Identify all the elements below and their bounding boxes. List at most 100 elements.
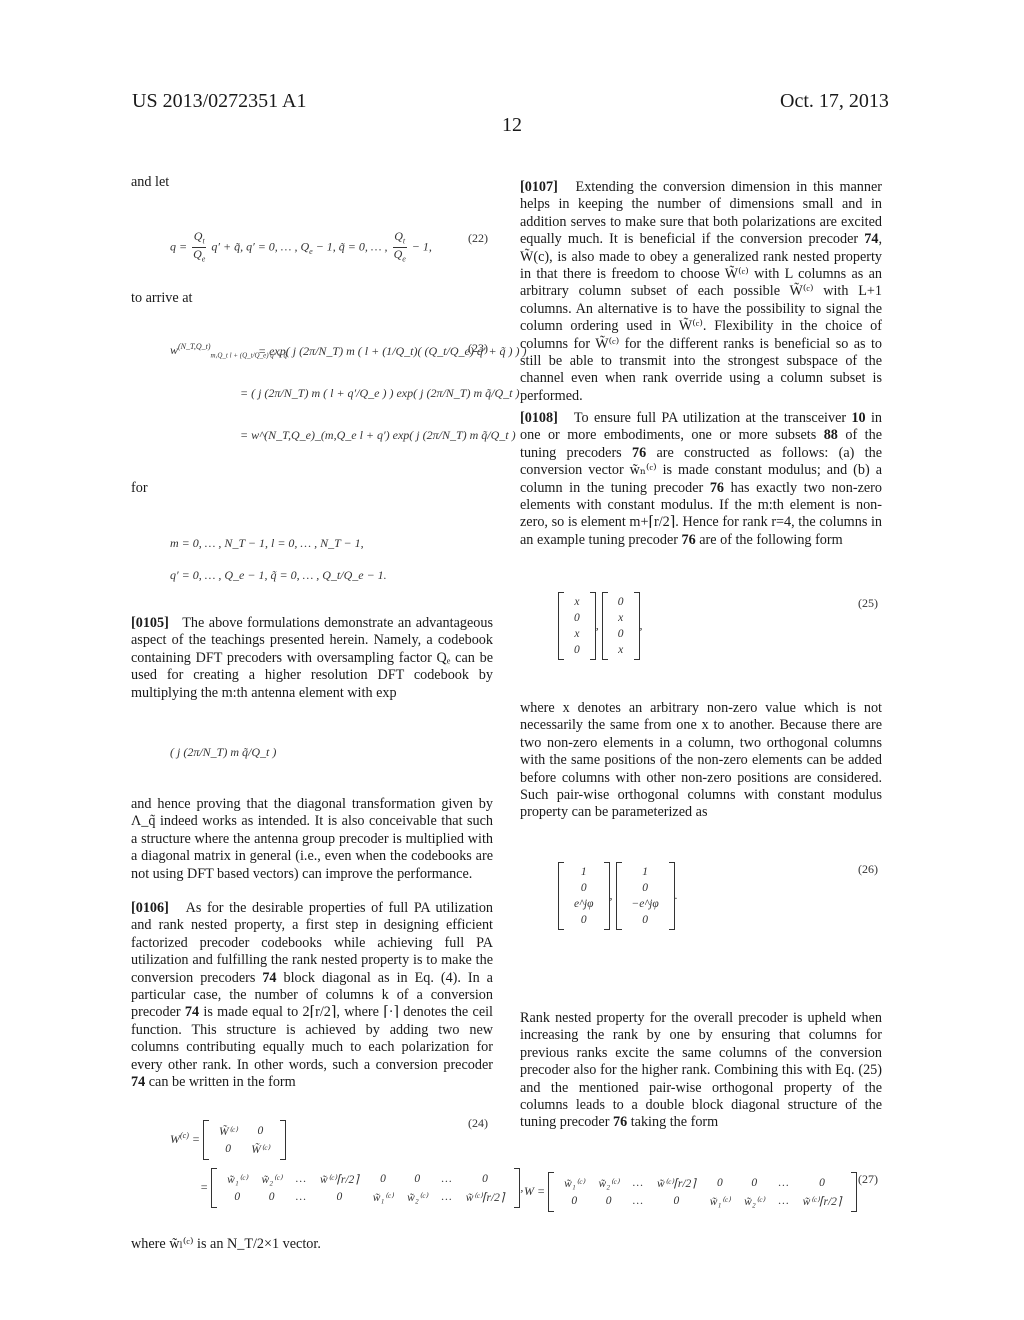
text-segment: Extending the conversion dimension in th…: [520, 179, 883, 248]
equation-24: W(c) = W̃⁽ᶜ⁾ 0 0 W̃⁽ᶜ⁾: [170, 1120, 286, 1160]
paragraph-rank-nested: Rank nested property for the overall pre…: [520, 1010, 882, 1132]
matrix-cell: w̃₂⁽ᶜ⁾: [744, 1196, 765, 1208]
paragraph-0106: [0106] As for the desirable properties o…: [131, 900, 493, 1091]
matrix-row: w̃₁⁽ᶜ⁾ w̃₂⁽ᶜ⁾ … w̃⁽ᶜ⁾⌈r/2⌉ 0 0 … 0: [220, 1170, 511, 1188]
matrix-cell: w̃₁⁽ᶜ⁾: [564, 1178, 585, 1190]
equation-number-23: (23): [468, 341, 488, 355]
text-segment: Rank nested property for the overall pre…: [520, 1010, 882, 1131]
paragraph-0108: [0108] To ensure full PA utilization at …: [520, 410, 882, 549]
paragraph-number: [0105]: [131, 615, 169, 631]
matrix-row: e^jφ: [567, 896, 601, 912]
publication-date: Oct. 17, 2013: [780, 90, 889, 112]
matrix-cell: 0: [642, 882, 649, 894]
matrix-cell: 0: [482, 1173, 488, 1185]
matrix-cell: …: [295, 1191, 307, 1203]
matrix-cell: w̃₁⁽ᶜ⁾: [372, 1192, 394, 1204]
matrix-row: 0: [611, 626, 631, 642]
matrix-cell: …: [632, 1195, 644, 1207]
matrix-cell: …: [632, 1177, 644, 1189]
matrix-cell: W̃⁽ᶜ⁾: [219, 1126, 238, 1138]
inline-exp-equation: ( j (2π/N_T) m q̃/Q_t ): [170, 745, 277, 759]
paragraph-number: [0106]: [131, 900, 169, 916]
matrix-row: W̃⁽ᶜ⁾ 0: [212, 1122, 277, 1140]
patent-number: US 2013/0272351 A1: [132, 90, 307, 112]
equation-24-expanded: = w̃₁⁽ᶜ⁾ w̃₂⁽ᶜ⁾… w̃⁽ᶜ⁾⌈r/2⌉ 0 0… 0 0 0… 0 w̃₁⁽ᶜ⁾ w…: [200, 1168, 523, 1208]
matrix-cell: 0: [336, 1191, 343, 1203]
reference-numeral: 74: [864, 231, 879, 248]
matrix-cell: 0: [414, 1173, 421, 1185]
matrix-cell: 0: [571, 1195, 578, 1207]
eq24-lhs: W(c) =: [170, 1130, 203, 1146]
matrix-cell: w̃⁽ᶜ⁾⌈r/2⌉: [657, 1178, 696, 1190]
matrix-row: 1: [567, 864, 601, 880]
matrix-cell: 1: [580, 866, 587, 878]
text-segment: To ensure full PA utilization at the tra…: [573, 410, 852, 426]
equation-26: 1 0 e^jφ 0, 1 0 −e^jφ 0.: [558, 862, 678, 930]
matrix-row: x: [611, 610, 631, 626]
reference-numeral: 88: [823, 427, 838, 444]
reference-numeral: 74: [131, 1074, 146, 1091]
text-segment: taking the form: [627, 1114, 719, 1131]
matrix-row: w̃₁⁽ᶜ⁾ w̃₂⁽ᶜ⁾ … w̃⁽ᶜ⁾⌈r/2⌉ 0 0 … 0: [557, 1174, 848, 1192]
eq26-column-2: 1 0 −e^jφ 0: [615, 862, 675, 930]
matrix-cell: w̃⁽ᶜ⁾⌈r/2⌉: [802, 1196, 842, 1208]
matrix-cell: 0: [605, 1195, 612, 1207]
paragraph-text: The above formulations demonstrate an ad…: [131, 615, 493, 701]
matrix-cell: 0: [580, 882, 587, 894]
matrix-cell: x: [618, 612, 624, 624]
paragraph-0105: [0105] The above formulations demonstrat…: [131, 615, 493, 702]
matrix-row: −e^jφ: [625, 896, 666, 912]
equation-number-22: (22): [468, 231, 488, 245]
matrix-cell: 0: [380, 1173, 386, 1185]
text-segment: can be written in the form: [145, 1074, 296, 1091]
eq27-matrix: w̃₁⁽ᶜ⁾ w̃₂⁽ᶜ⁾ … w̃⁽ᶜ⁾⌈r/2⌉ 0 0 … 0 0 0 … 0 w̃₁⁽ᶜ⁾ w̃₂…: [548, 1172, 858, 1212]
matrix-row: x: [567, 626, 587, 642]
matrix-cell: w̃₁⁽ᶜ⁾: [709, 1196, 731, 1208]
equation-22: q = Qt Qe q′ + q̃, q′ = 0, … , Qe − 1, q̃…: [170, 230, 432, 266]
matrix-cell: 0: [580, 914, 587, 926]
matrix-cell: 0: [819, 1177, 825, 1189]
matrix-row: x: [611, 642, 631, 658]
reference-numeral: 76: [709, 479, 725, 496]
eq24-block-matrix: W̃⁽ᶜ⁾ 0 0 W̃⁽ᶜ⁾: [203, 1120, 286, 1160]
matrix-cell: …: [778, 1177, 789, 1189]
matrix-cell: W̃⁽ᶜ⁾: [251, 1144, 270, 1156]
text-segment: , W̃(c), is also made to obey a generali…: [520, 231, 882, 404]
paragraph-number: [0107]: [520, 179, 558, 195]
matrix-cell: 0: [257, 1125, 264, 1137]
reference-numeral: 10: [851, 410, 866, 426]
matrix-cell: 0: [717, 1177, 723, 1189]
text-and-let: and let: [131, 174, 170, 190]
reference-numeral: 74: [262, 969, 277, 986]
matrix-cell: x: [574, 596, 580, 608]
reference-numeral: 74: [184, 1004, 200, 1021]
matrix-cell: w̃₁⁽ᶜ⁾: [227, 1174, 248, 1186]
paragraph-text: and hence proving that the diagonal tran…: [131, 796, 493, 882]
text-to-arrive-at: to arrive at: [131, 290, 193, 306]
page-number: 12: [502, 114, 522, 136]
matrix-cell: x: [618, 644, 624, 656]
matrix-cell: 0: [574, 644, 580, 656]
equation-number-25: (25): [858, 596, 878, 610]
paragraph-number: [0108]: [520, 410, 558, 426]
eq25-column-1: x 0 x 0: [558, 592, 596, 660]
eq25-column-2: 0 x 0 x: [601, 592, 640, 660]
matrix-cell: …: [295, 1173, 307, 1185]
matrix-cell: 0: [617, 628, 624, 640]
matrix-row: 0 0 … 0 w̃₁⁽ᶜ⁾ w̃₂⁽ᶜ⁾ … w̃⁽ᶜ⁾⌈r/2⌉: [220, 1188, 511, 1206]
matrix-cell: 0: [751, 1177, 758, 1189]
matrix-row: 0: [567, 610, 587, 626]
text-for: for: [131, 480, 148, 496]
closing-text: where w̃ₗ⁽ᶜ⁾ is an N_T/2×1 vector.: [131, 1236, 321, 1252]
eq27-lhs: W =: [524, 1183, 546, 1198]
paragraph-0105-continuation: and hence proving that the diagonal tran…: [131, 796, 493, 883]
matrix-row: 0: [567, 912, 601, 928]
ranges-line-2: q′ = 0, … , Q_e − 1, q̃ = 0, … , Q_t/Q_e…: [170, 568, 387, 582]
matrix-cell: 0: [268, 1191, 275, 1203]
matrix-cell: w̃₂⁽ᶜ⁾: [407, 1192, 428, 1204]
matrix-cell: w̃⁽ᶜ⁾⌈r/2⌉: [320, 1174, 359, 1186]
matrix-cell: w̃₂⁽ᶜ⁾: [598, 1178, 619, 1190]
matrix-cell: …: [441, 1173, 452, 1185]
matrix-cell: 0: [673, 1195, 680, 1207]
equation-number-26: (26): [858, 862, 878, 876]
